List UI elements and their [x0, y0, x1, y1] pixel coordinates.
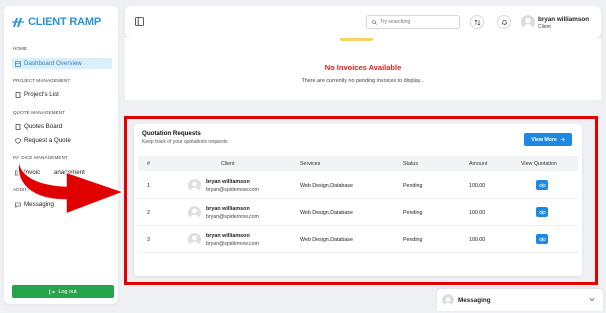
brand-name: CLIENT RAMP	[28, 16, 101, 28]
sidebar-item-quotes-board[interactable]: Quotes Board	[12, 121, 112, 132]
view-quotation-button[interactable]	[536, 234, 548, 244]
user-avatar-icon	[190, 208, 199, 219]
column-header: Services	[300, 161, 321, 167]
sidebar-item-request-quote[interactable]: Request a Quote	[12, 135, 112, 146]
sidebar-item-label: Quotes Board	[24, 123, 63, 130]
amount: 100.00	[469, 183, 486, 189]
sidebar-item-label: Request a Quote	[24, 137, 71, 144]
avatar	[188, 179, 201, 192]
eye-icon	[538, 210, 546, 214]
ramp-logo-icon	[12, 18, 24, 27]
eye-icon	[538, 183, 546, 187]
client-email: bryan@spidernow.com	[206, 241, 259, 247]
quotations-subtitle: Keep track of your quotations requests	[142, 139, 228, 145]
search-box[interactable]	[366, 15, 460, 29]
dashboard-icon	[15, 60, 21, 67]
services: Web Design,Database	[300, 210, 353, 216]
client-email: bryan@spidernow.com	[206, 214, 259, 220]
amount: 100.00	[469, 210, 486, 216]
brand-logo[interactable]: CLIENT RAMP	[12, 16, 101, 28]
client-name: bryan williamson	[206, 179, 250, 185]
sidebar-item-projects[interactable]: Project's List	[12, 89, 112, 100]
section-project-management: PROJECT MANAGEMENT	[13, 78, 71, 83]
annotation-arrow-icon	[17, 149, 126, 216]
shield-icon	[15, 137, 21, 144]
row-number: 3	[147, 237, 150, 243]
arrow-right-icon	[560, 137, 565, 142]
client-name: bryan williamson	[206, 206, 250, 212]
view-quotation-button[interactable]	[536, 180, 548, 190]
document-icon	[15, 123, 21, 130]
column-header: Client	[221, 161, 235, 167]
row-number: 2	[147, 210, 150, 216]
section-quote-management: QUOTE MANAGEMENT	[13, 110, 66, 115]
search-input[interactable]	[380, 19, 455, 25]
invoice-decoration	[340, 38, 373, 41]
logout-label: Log out	[58, 288, 77, 295]
sidebar-toggle-icon[interactable]	[135, 17, 144, 26]
column-header: Amount	[469, 161, 488, 167]
column-header: View Quotation	[521, 161, 557, 167]
table-row[interactable]: 1 bryan williamson bryan@spidernow.com W…	[138, 172, 578, 199]
eye-icon	[538, 237, 546, 241]
quotation-requests-panel: Quotation Requests Keep track of your qu…	[134, 124, 582, 276]
chevron-down-icon[interactable]	[589, 297, 595, 302]
status: Pending	[403, 183, 423, 189]
invoices-panel: No Invoices Available There are currentl…	[125, 38, 601, 100]
sidebar-item-label: Dashboard Overview	[24, 60, 82, 67]
column-header: Status	[403, 161, 419, 167]
avatar[interactable]	[521, 15, 535, 29]
user-avatar-icon	[443, 297, 453, 306]
status: Pending	[403, 237, 423, 243]
column-header: #	[147, 161, 150, 167]
user-avatar-icon	[523, 17, 533, 29]
no-invoices-subtitle: There are currently no pending invoices …	[301, 78, 425, 84]
sidebar-item-dashboard[interactable]: Dashboard Overview	[12, 58, 112, 69]
row-number: 1	[147, 183, 150, 189]
table-header: # Client Services Status Amount View Quo…	[138, 156, 578, 171]
sidebar-item-label: Project's List	[24, 91, 59, 98]
sort-arrows-icon	[474, 19, 480, 25]
avatar	[442, 294, 454, 306]
view-quotation-button[interactable]	[536, 207, 548, 217]
user-role: Client	[538, 24, 551, 30]
bell-icon	[501, 19, 507, 25]
table-row[interactable]: 2 bryan williamson bryan@spidernow.com W…	[138, 199, 578, 226]
client-name: bryan williamson	[206, 233, 250, 239]
section-home: HOME	[13, 46, 28, 51]
messaging-bar[interactable]: Messaging	[437, 289, 603, 311]
view-more-label: View More	[531, 136, 557, 143]
user-avatar-icon	[190, 235, 199, 246]
top-bar: bryan williamson Client	[125, 6, 601, 38]
amount: 100.00	[469, 237, 486, 243]
view-more-button[interactable]: View More	[524, 133, 572, 146]
logout-button[interactable]: Log out	[12, 285, 114, 298]
services: Web Design,Database	[300, 183, 353, 189]
avatar	[188, 233, 201, 246]
user-avatar-icon	[190, 181, 199, 192]
services: Web Design,Database	[300, 237, 353, 243]
logout-icon	[49, 289, 56, 294]
status: Pending	[403, 210, 423, 216]
no-invoices-title: No Invoices Available	[324, 63, 402, 72]
search-icon	[372, 19, 377, 25]
sort-button[interactable]	[470, 15, 484, 29]
document-icon	[15, 91, 21, 98]
quotations-title: Quotation Requests	[142, 130, 201, 137]
client-email: bryan@spidernow.com	[206, 187, 259, 193]
messaging-label: Messaging	[458, 297, 491, 304]
avatar	[188, 206, 201, 219]
notifications-button[interactable]	[497, 15, 511, 29]
table-row[interactable]: 3 bryan williamson bryan@spidernow.com W…	[138, 226, 578, 253]
user-name: bryan williamson	[538, 16, 590, 23]
